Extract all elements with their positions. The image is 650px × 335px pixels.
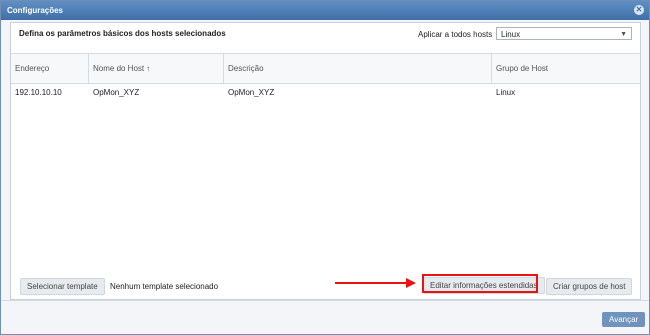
annotation-arrow (335, 282, 409, 284)
footer-divider (1, 300, 649, 301)
dialog-titlebar: Configurações ✕ (1, 1, 649, 20)
column-header-description[interactable]: Descrição (224, 54, 492, 83)
cell-address: 192.10.10.10 (15, 88, 62, 97)
column-header-group[interactable]: Grupo de Host (492, 54, 640, 83)
apply-all-label: Aplicar a todos hosts (418, 30, 493, 39)
annotation-arrow-head (406, 278, 416, 288)
hosts-table: Endereço Nome do Host ↑ Descrição Grupo d… (11, 53, 640, 101)
dialog-title: Configurações (7, 6, 64, 15)
config-dialog: Configurações ✕ Defina os parâmetros bás… (0, 0, 650, 335)
template-status-text: Nenhum template selecionado (110, 282, 219, 291)
column-header-address[interactable]: Endereço (11, 54, 89, 83)
create-host-groups-button[interactable]: Criar grupos de host (546, 278, 633, 295)
edit-extended-info-button[interactable]: Editar informações estendidas (423, 277, 545, 294)
apply-all-select[interactable]: Linux ▼ (496, 27, 632, 40)
next-button[interactable]: Avançar (602, 312, 646, 327)
cell-group: Linux (496, 88, 516, 97)
close-icon[interactable]: ✕ (634, 5, 644, 15)
apply-all-value: Linux (501, 30, 521, 39)
column-header-hostname[interactable]: Nome do Host ↑ (89, 54, 224, 83)
chevron-down-icon: ▼ (620, 31, 627, 38)
select-template-button[interactable]: Selecionar template (20, 278, 105, 295)
table-row[interactable]: 192.10.10.10 OpMon_XYZ OpMon_XYZ Linux (11, 84, 640, 101)
cell-hostname: OpMon_XYZ (93, 88, 140, 97)
panel-title: Defina os parâmetros básicos dos hosts s… (19, 29, 226, 38)
sort-arrow-icon: ↑ (146, 64, 151, 73)
main-panel: Defina os parâmetros básicos dos hosts s… (10, 22, 641, 300)
cell-description: OpMon_XYZ (228, 88, 275, 97)
table-header: Endereço Nome do Host ↑ Descrição Grupo d… (11, 54, 640, 84)
